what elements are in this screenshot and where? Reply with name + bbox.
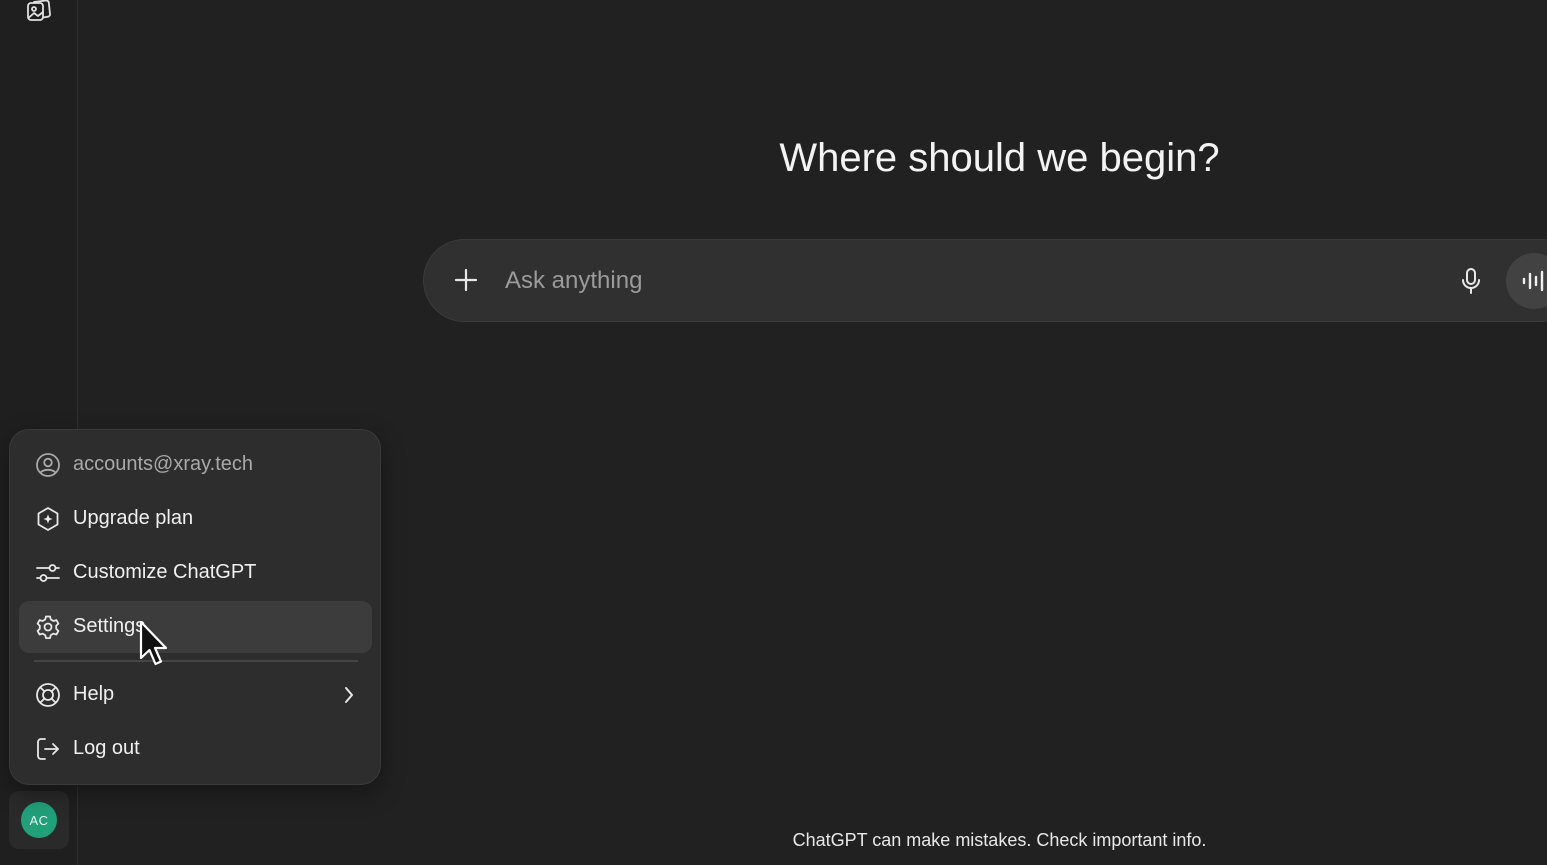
sliders-icon bbox=[35, 560, 61, 586]
menu-item-label: Settings bbox=[73, 615, 146, 637]
waveform-icon bbox=[1522, 270, 1544, 292]
microphone-icon[interactable] bbox=[1454, 264, 1488, 298]
images-icon[interactable] bbox=[25, 0, 53, 24]
menu-divider bbox=[34, 660, 358, 662]
gear-icon bbox=[35, 614, 61, 640]
chevron-right-icon bbox=[338, 683, 360, 707]
composer bbox=[423, 239, 1547, 322]
user-circle-icon bbox=[35, 452, 61, 478]
menu-item-label: Help bbox=[73, 683, 115, 705]
menu-item-customize-chatgpt[interactable]: Customize ChatGPT bbox=[19, 547, 372, 599]
menu-item-label: accounts@xray.tech bbox=[73, 453, 254, 475]
menu-item-label: Log out bbox=[73, 737, 140, 759]
ask-input[interactable] bbox=[503, 260, 1407, 302]
menu-item-account-email[interactable]: accounts@xray.tech bbox=[19, 439, 372, 491]
menu-item-help[interactable]: Help bbox=[19, 669, 372, 721]
page-title: Where should we begin? bbox=[779, 136, 1220, 180]
profile-button[interactable]: AC bbox=[9, 791, 69, 849]
disclaimer-text: ChatGPT can make mistakes. Check importa… bbox=[792, 830, 1207, 850]
menu-item-upgrade-plan[interactable]: Upgrade plan bbox=[19, 493, 372, 545]
menu-item-settings[interactable]: Settings bbox=[19, 601, 372, 653]
avatar: AC bbox=[21, 802, 57, 838]
plus-icon[interactable] bbox=[450, 264, 482, 296]
menu-item-label: Customize ChatGPT bbox=[73, 561, 257, 583]
lifebuoy-icon bbox=[35, 682, 61, 708]
app-window: AC Where should we begin? Ask anything C… bbox=[0, 0, 1547, 865]
account-menu: accounts@xray.tech Upgrade plan Customiz… bbox=[9, 429, 381, 785]
logout-icon bbox=[35, 736, 61, 762]
upgrade-badge-icon bbox=[35, 506, 61, 532]
menu-item-label: Upgrade plan bbox=[73, 507, 194, 529]
menu-item-log-out[interactable]: Log out bbox=[19, 723, 372, 775]
voice-mode-button[interactable] bbox=[1506, 253, 1547, 309]
